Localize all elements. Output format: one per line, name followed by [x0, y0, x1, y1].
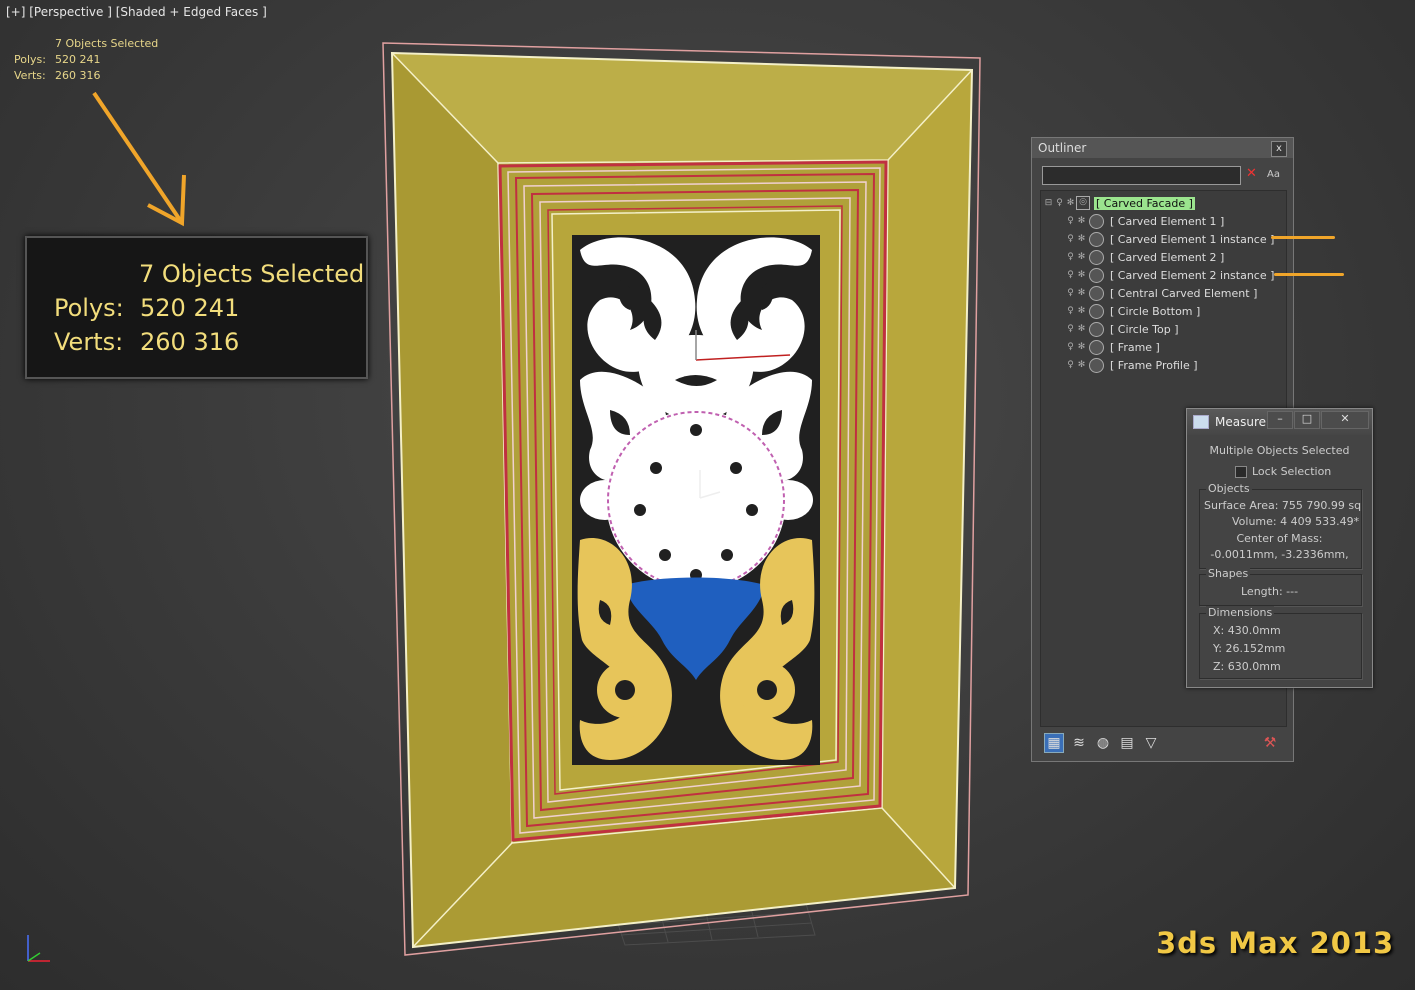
hide-icon[interactable]: ✻	[1076, 306, 1087, 316]
hide-icon[interactable]: ✻	[1076, 288, 1087, 298]
hide-icon[interactable]: ✻	[1076, 270, 1087, 280]
freeze-icon[interactable]: ♀	[1065, 252, 1076, 262]
center-of-mass-value: -0.0011mm, -3.2336mm,	[1210, 548, 1349, 561]
object-icon	[1089, 267, 1104, 283]
measure-titlebar[interactable]: Measure – □ ✕	[1187, 409, 1372, 435]
freeze-icon[interactable]: ♀	[1065, 360, 1076, 370]
measure-panel: Measure – □ ✕ Multiple Objects Selected …	[1186, 408, 1373, 688]
freeze-icon[interactable]: ♀	[1054, 198, 1065, 208]
layer-mode-icon[interactable]: ≋	[1070, 734, 1088, 752]
dimension-z: Z: 630.0mm	[1213, 660, 1281, 673]
tree-item-label: [ Carved Element 1 instance ]	[1110, 232, 1275, 246]
highlight-mark	[1274, 273, 1344, 276]
hide-icon[interactable]: ✻	[1065, 198, 1076, 208]
close-icon[interactable]: ✕	[1321, 411, 1369, 429]
object-icon	[1089, 213, 1104, 229]
group-title: Dimensions	[1206, 606, 1275, 619]
brand-label: 3ds Max 2013	[1156, 926, 1395, 960]
tree-item-label: [ Circle Top ]	[1110, 322, 1179, 336]
surface-area: Surface Area: 755 790.99 sq	[1204, 499, 1362, 512]
hide-icon[interactable]: ✻	[1076, 342, 1087, 352]
tree-item[interactable]: ♀ ✻ [ Frame ]	[1065, 338, 1162, 356]
measure-title: Measure	[1215, 415, 1266, 429]
group-title: Objects	[1206, 482, 1252, 495]
dimension-x: X: 430.0mm	[1213, 624, 1281, 637]
lock-selection-checkbox[interactable]: Lock Selection	[1235, 465, 1331, 478]
freeze-icon[interactable]: ♀	[1065, 234, 1076, 244]
hide-icon[interactable]: ✻	[1076, 252, 1087, 262]
hide-icon[interactable]: ✻	[1076, 216, 1087, 226]
freeze-icon[interactable]: ♀	[1065, 342, 1076, 352]
filter-icon[interactable]: ▽	[1142, 734, 1160, 752]
tree-item-label: [ Carved Facade ]	[1094, 196, 1195, 210]
status-text: Multiple Objects Selected	[1209, 444, 1350, 457]
tree-item-label: [ Carved Element 2 ]	[1110, 250, 1225, 264]
case-sensitive-toggle[interactable]: Aa	[1267, 169, 1280, 180]
minimize-icon[interactable]: –	[1267, 411, 1293, 429]
freeze-icon[interactable]: ♀	[1065, 324, 1076, 334]
object-icon	[1089, 321, 1104, 337]
tree-item-label: [ Frame Profile ]	[1110, 358, 1198, 372]
lock-selection-label: Lock Selection	[1252, 465, 1332, 478]
freeze-icon[interactable]: ♀	[1065, 216, 1076, 226]
tree-item[interactable]: ♀ ✻ [ Carved Element 2 ]	[1065, 248, 1226, 266]
object-icon	[1089, 357, 1104, 373]
clear-search-icon[interactable]: ✕	[1246, 166, 1257, 181]
outliner-toolbar: ▦ ≋ ◍ ▤ ▽ ⚒	[1040, 730, 1285, 756]
checkbox-icon[interactable]	[1235, 465, 1247, 478]
object-icon	[1089, 303, 1104, 319]
dimension-y: Y: 26.152mm	[1213, 642, 1286, 655]
volume: Volume: 4 409 533.49*	[1232, 515, 1360, 528]
collapse-icon[interactable]: ⊟	[1043, 198, 1054, 208]
maximize-icon[interactable]: □	[1294, 411, 1320, 429]
close-icon[interactable]: x	[1271, 141, 1287, 157]
settings-icon[interactable]: ⚒	[1261, 734, 1279, 752]
search-input[interactable]	[1042, 166, 1241, 185]
tree-item[interactable]: ♀ ✻ [ Carved Element 1 instance ]	[1065, 230, 1276, 248]
object-icon	[1089, 249, 1104, 265]
tree-item[interactable]: ♀ ✻ [ Central Carved Element ]	[1065, 284, 1259, 302]
outliner-titlebar[interactable]: Outliner x	[1032, 138, 1293, 158]
tree-item[interactable]: ♀ ✻ [ Frame Profile ]	[1065, 356, 1200, 374]
measure-icon	[1193, 415, 1209, 429]
object-icon	[1089, 285, 1104, 301]
hide-icon[interactable]: ✻	[1076, 324, 1087, 334]
tree-item[interactable]: ♀ ✻ [ Circle Top ]	[1065, 320, 1181, 338]
tree-item-label: [ Frame ]	[1110, 340, 1160, 354]
tree-item-carved-facade[interactable]: ⊟ ♀ ✻ ◎ [ Carved Facade ]	[1043, 194, 1195, 212]
freeze-icon[interactable]: ♀	[1065, 288, 1076, 298]
group-icon: ◎	[1076, 196, 1090, 210]
tree-item-label: [ Central Carved Element ]	[1110, 286, 1258, 300]
object-icon	[1089, 339, 1104, 355]
hierarchy-mode-icon[interactable]: ▦	[1044, 733, 1064, 753]
hide-icon[interactable]: ✻	[1076, 234, 1087, 244]
object-icon	[1089, 231, 1104, 247]
world-axis-icon	[27, 935, 50, 962]
tree-item[interactable]: ♀ ✻ [ Circle Bottom ]	[1065, 302, 1202, 320]
freeze-icon[interactable]: ♀	[1065, 306, 1076, 316]
tree-item-label: [ Circle Bottom ]	[1110, 304, 1201, 318]
tree-item[interactable]: ♀ ✻ [ Carved Element 2 instance ]	[1065, 266, 1276, 284]
hide-icon[interactable]: ✻	[1076, 360, 1087, 370]
rename-icon[interactable]: ▤	[1118, 734, 1136, 752]
outliner-title: Outliner	[1038, 141, 1087, 155]
highlight-mark	[1271, 236, 1335, 239]
length: Length: ---	[1241, 585, 1299, 598]
material-mode-icon[interactable]: ◍	[1094, 734, 1112, 752]
tree-item-label: [ Carved Element 1 ]	[1110, 214, 1225, 228]
tree-item-label: [ Carved Element 2 instance ]	[1110, 268, 1275, 282]
tree-item[interactable]: ♀ ✻ [ Carved Element 1 ]	[1065, 212, 1226, 230]
group-title: Shapes	[1206, 567, 1251, 580]
center-of-mass-label: Center of Mass:	[1236, 532, 1323, 545]
freeze-icon[interactable]: ♀	[1065, 270, 1076, 280]
